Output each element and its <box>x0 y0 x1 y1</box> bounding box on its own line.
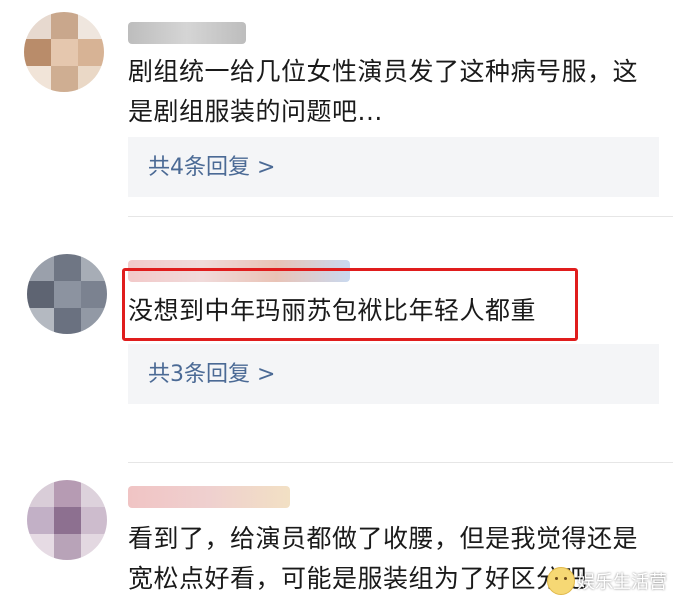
comment-text: 剧组统一给几位女性演员发了这种病号服，这是剧组服装的问题吧... <box>128 57 639 126</box>
avatar[interactable] <box>24 12 104 92</box>
watermark: 娱乐生活营 <box>547 567 667 595</box>
username-blurred[interactable] <box>128 22 246 44</box>
divider <box>128 462 673 463</box>
avatar[interactable] <box>27 480 107 560</box>
view-replies-link[interactable]: 共3条回复 > <box>148 356 275 388</box>
reply-box: 共3条回复 > <box>128 344 659 404</box>
smiley-face-icon <box>547 567 575 595</box>
reply-box: 共4条回复 > <box>128 137 659 197</box>
username-blurred[interactable] <box>128 486 290 508</box>
highlight-box <box>122 268 578 341</box>
avatar[interactable] <box>27 254 107 334</box>
watermark-text: 娱乐生活营 <box>577 572 667 593</box>
view-replies-link[interactable]: 共4条回复 > <box>148 149 275 181</box>
divider <box>128 216 673 217</box>
